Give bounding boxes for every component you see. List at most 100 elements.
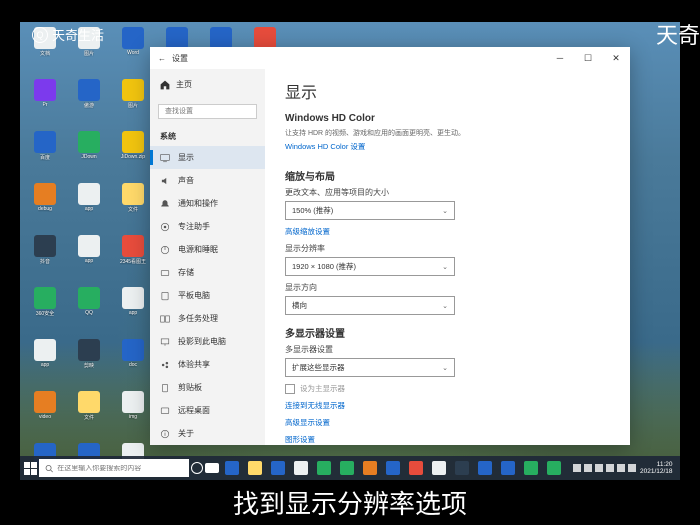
sidebar-item-project[interactable]: 投影到此电脑 [150, 330, 265, 353]
taskbar-app[interactable] [290, 456, 312, 480]
sidebar-item-label: 显示 [178, 152, 194, 163]
cortana-button[interactable] [191, 456, 203, 480]
taskbar-search-input[interactable] [57, 465, 183, 472]
desktop-icon[interactable]: app [69, 183, 109, 233]
advanced-scale-link[interactable]: 高级缩放设置 [285, 226, 330, 237]
hdcolor-link[interactable]: Windows HD Color 设置 [285, 141, 365, 152]
power-icon [160, 245, 170, 255]
taskbar-app[interactable] [474, 456, 496, 480]
sidebar-item-storage[interactable]: 存储 [150, 261, 265, 284]
taskbar-app[interactable] [221, 456, 243, 480]
start-button[interactable] [24, 456, 37, 480]
maximize-button[interactable]: ☐ [574, 47, 602, 69]
sidebar-item-multitask[interactable]: 多任务处理 [150, 307, 265, 330]
taskbar-app[interactable] [267, 456, 289, 480]
desktop-icon[interactable]: 2345看图王 [113, 235, 153, 285]
desktop-icon[interactable]: 剪映 [69, 339, 109, 389]
chevron-down-icon: ⌄ [442, 364, 448, 372]
close-button[interactable]: ✕ [602, 47, 630, 69]
sidebar-section-label: 系统 [150, 125, 265, 146]
desktop-icon[interactable]: JiDown.zip [113, 131, 153, 181]
windows-logo-icon [24, 462, 37, 475]
graphics-settings-link[interactable]: 图形设置 [285, 434, 315, 445]
sidebar-item-focus[interactable]: 专注助手 [150, 215, 265, 238]
desktop-icon[interactable]: app [69, 235, 109, 285]
sidebar-item-notifications[interactable]: 通知和操作 [150, 192, 265, 215]
desktop-icon[interactable]: video [25, 391, 65, 441]
main-display-checkbox[interactable]: 设为主显示器 [285, 383, 610, 394]
scale-dropdown[interactable]: 150% (推荐)⌄ [285, 201, 455, 220]
sidebar-item-sound[interactable]: 声音 [150, 169, 265, 192]
taskbar-app[interactable] [405, 456, 427, 480]
advanced-display-link[interactable]: 高级显示设置 [285, 417, 330, 428]
multi-dropdown[interactable]: 扩展这些显示器⌄ [285, 358, 455, 377]
tray-icon[interactable] [628, 464, 636, 472]
page-title: 显示 [285, 79, 610, 103]
sidebar-item-label: 多任务处理 [178, 313, 218, 324]
taskbar-app[interactable] [520, 456, 542, 480]
desktop-icon[interactable]: 360安全 [25, 287, 65, 337]
taskbar-app[interactable] [382, 456, 404, 480]
desktop-icon[interactable]: Pr [25, 79, 65, 129]
tray-icon[interactable] [617, 464, 625, 472]
resolution-dropdown[interactable]: 1920 × 1080 (推荐)⌄ [285, 257, 455, 276]
sidebar-item-shared[interactable]: 体验共享 [150, 353, 265, 376]
back-icon[interactable]: ← [158, 54, 166, 63]
sidebar-home[interactable]: 主页 [150, 73, 265, 96]
desktop-icon[interactable]: app [113, 287, 153, 337]
desktop-icon[interactable]: 图片 [113, 79, 153, 129]
multi-label: 多显示器设置 [285, 344, 610, 355]
desktop-icon[interactable]: 抖音 [25, 235, 65, 285]
sidebar-item-label: 平板电脑 [178, 290, 210, 301]
tray-icon[interactable] [606, 464, 614, 472]
sidebar-item-clipboard[interactable]: 剪贴板 [150, 376, 265, 399]
sidebar-item-remote[interactable]: 远程桌面 [150, 399, 265, 422]
checkbox-icon [285, 384, 295, 394]
search-input[interactable] [158, 104, 257, 119]
sidebar-item-label: 专注助手 [178, 221, 210, 232]
orientation-dropdown[interactable]: 横向⌄ [285, 296, 455, 315]
taskbar-app[interactable] [451, 456, 473, 480]
desktop-icon[interactable]: 百度 [25, 131, 65, 181]
taskbar-app[interactable] [244, 456, 266, 480]
display-icon [160, 153, 170, 163]
desktop-icon[interactable]: debug [25, 183, 65, 233]
taskbar-app[interactable] [543, 456, 565, 480]
tray-icon[interactable] [573, 464, 581, 472]
focus-icon [160, 222, 170, 232]
taskbar-app[interactable] [336, 456, 358, 480]
sidebar-item-about[interactable]: 关于 [150, 422, 265, 445]
sidebar-item-label: 投影到此电脑 [178, 336, 226, 347]
sidebar-item-power[interactable]: 电源和睡眠 [150, 238, 265, 261]
notifications-icon [160, 199, 170, 209]
desktop-icon[interactable]: img [113, 391, 153, 441]
tray-icon[interactable] [584, 464, 592, 472]
taskbar-app[interactable] [359, 456, 381, 480]
desktop-icon[interactable]: 傲游 [69, 79, 109, 129]
taskbar-search[interactable] [39, 459, 189, 477]
desktop-icon[interactable]: Word [113, 27, 153, 77]
sidebar-item-display[interactable]: 显示 [150, 146, 265, 169]
system-tray[interactable]: 11:20 2021/12/18 [567, 461, 679, 475]
tray-icon[interactable] [595, 464, 603, 472]
taskview-button[interactable] [205, 456, 219, 480]
desktop-icon[interactable]: 文件 [113, 183, 153, 233]
desktop-icon[interactable]: app [25, 339, 65, 389]
sidebar-item-tablet[interactable]: 平板电脑 [150, 284, 265, 307]
scale-label: 更改文本、应用等项目的大小 [285, 187, 610, 198]
sidebar-item-label: 关于 [178, 428, 194, 439]
minimize-button[interactable]: ─ [546, 47, 574, 69]
wireless-display-link[interactable]: 连接到无线显示器 [285, 400, 345, 411]
multitask-icon [160, 314, 170, 324]
remote-icon [160, 406, 170, 416]
taskbar-app[interactable] [428, 456, 450, 480]
taskbar-clock[interactable]: 11:20 2021/12/18 [640, 461, 673, 475]
desktop-icon[interactable]: QQ [69, 287, 109, 337]
taskbar-app[interactable] [497, 456, 519, 480]
desktop-icon[interactable]: doc [113, 339, 153, 389]
desktop-icon[interactable]: 文件 [69, 391, 109, 441]
sidebar-search[interactable] [158, 100, 257, 119]
taskbar-app[interactable] [313, 456, 335, 480]
desktop-icon[interactable]: JDown [69, 131, 109, 181]
sound-icon [160, 176, 170, 186]
